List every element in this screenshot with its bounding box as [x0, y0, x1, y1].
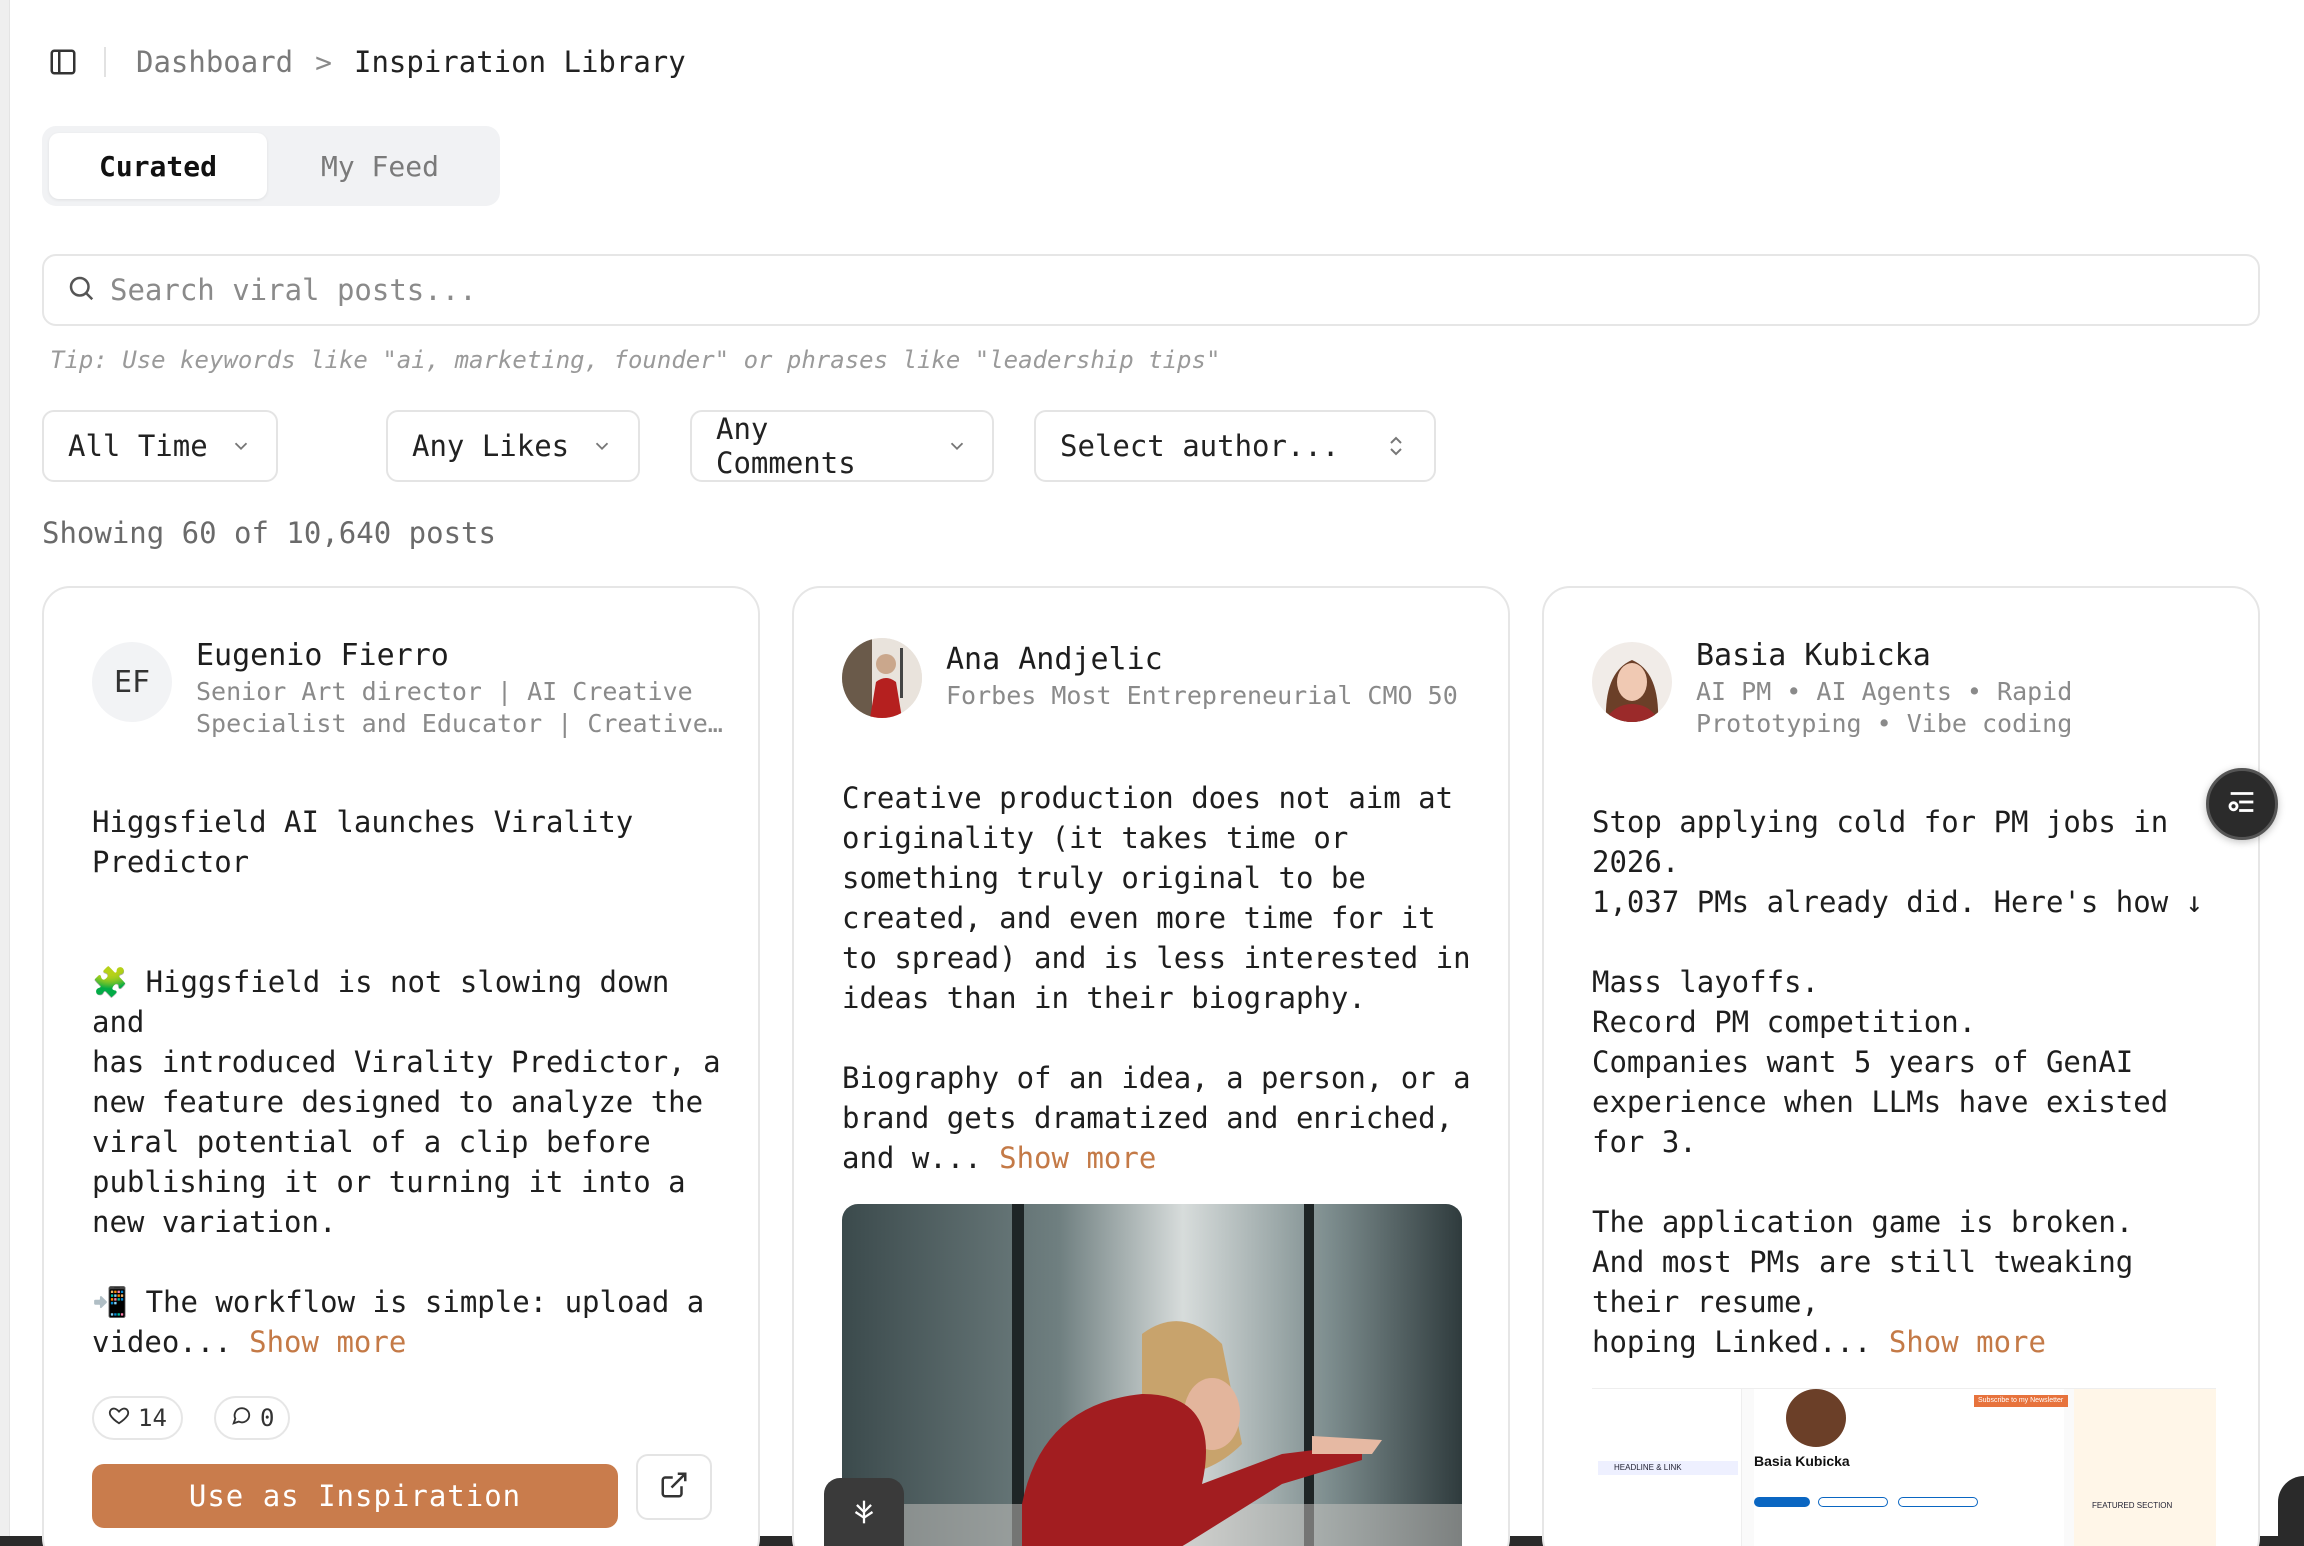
comments-filter-select[interactable]: Any Comments [690, 410, 994, 482]
author-headline: Senior Art director | AI Creative Specia… [196, 677, 723, 738]
author-filter-label: Select author... [1060, 429, 1340, 463]
search-box [42, 254, 2260, 326]
chevron-down-icon [230, 435, 252, 457]
post-body: Creative production does not aim at orig… [842, 778, 1482, 1178]
post-image: HEADLINE & LINK Basia Kubicka Subscribe … [1592, 1388, 2216, 1546]
post-text: Stop applying cold for PM jobs in 2026. … [1592, 805, 2204, 1359]
show-more-link[interactable]: Show more [249, 1325, 406, 1359]
window-frame-corner [2278, 1476, 2304, 1546]
likes-value: 14 [138, 1404, 167, 1432]
post-image [842, 1204, 1462, 1546]
author-headline: AI PM • AI Agents • Rapid Prototyping • … [1696, 677, 2073, 738]
post-card: Basia Kubicka AI PM • AI Agents • Rapid … [1542, 586, 2260, 1546]
author-headline: Forbes Most Entrepreneurial CMO 50 [946, 681, 1458, 710]
image-profile-name: Basia Kubicka [1754, 1453, 1850, 1469]
avatar: EF [92, 642, 172, 722]
comments-count[interactable]: 0 [214, 1396, 291, 1440]
likes-filter-select[interactable]: Any Likes [386, 410, 640, 482]
breadcrumb-current: Inspiration Library [354, 45, 686, 79]
divider [104, 47, 106, 77]
feed-tabs: Curated My Feed [42, 126, 500, 206]
avatar [1592, 642, 1672, 722]
list-settings-icon [2225, 785, 2259, 823]
use-as-inspiration-button[interactable]: Use as Inspiration [92, 1464, 618, 1528]
author-name: Ana Andjelic [946, 642, 1163, 677]
post-card: Ana Andjelic Forbes Most Entrepreneurial… [792, 586, 1510, 1546]
author-filter-combobox[interactable]: Select author... [1034, 410, 1436, 482]
floating-menu-button[interactable] [2206, 768, 2278, 840]
post-card: EF Eugenio Fierro Senior Art director | … [42, 586, 760, 1546]
author-name: Basia Kubicka [1696, 638, 1931, 673]
chevrons-up-down-icon [1384, 434, 1408, 458]
likes-count[interactable]: 14 [92, 1396, 183, 1440]
post-body: Stop applying cold for PM jobs in 2026. … [1592, 802, 2232, 1362]
comment-icon [230, 1404, 252, 1432]
tab-my-feed[interactable]: My Feed [267, 133, 493, 199]
post-text: Creative production does not aim at orig… [842, 781, 1471, 1175]
comments-filter-label: Any Comments [716, 412, 856, 480]
window-frame-left [0, 0, 10, 1546]
image-label: Subscribe to my Newsletter [1974, 1395, 2068, 1407]
results-count: Showing 60 of 10,640 posts [42, 516, 496, 550]
heart-icon [108, 1404, 130, 1432]
comments-value: 0 [260, 1404, 275, 1432]
app-logo-icon[interactable] [824, 1478, 904, 1546]
author-name: Eugenio Fierro [196, 638, 449, 673]
search-icon [66, 273, 96, 307]
breadcrumb: Dashboard > Inspiration Library [44, 40, 686, 84]
search-tip: Tip: Use keywords like "ai, marketing, f… [50, 346, 1221, 374]
show-more-link[interactable]: Show more [1889, 1325, 2046, 1359]
open-external-button[interactable] [636, 1454, 712, 1520]
avatar [842, 638, 922, 718]
time-filter-select[interactable]: All Time [42, 410, 278, 482]
breadcrumb-separator: > [315, 45, 332, 79]
search-input[interactable] [110, 273, 2210, 307]
tab-curated[interactable]: Curated [49, 133, 267, 199]
likes-filter-label: Any Likes [412, 429, 570, 463]
image-label: FEATURED SECTION [2092, 1501, 2173, 1510]
image-label: HEADLINE & LINK [1598, 1461, 1738, 1475]
external-link-icon [659, 1470, 689, 1504]
chevron-down-icon [591, 435, 613, 457]
sidebar-toggle-icon[interactable] [44, 43, 82, 81]
post-text: Higgsfield AI launches Virality Predicto… [92, 805, 721, 1359]
post-body: Higgsfield AI launches Virality Predicto… [92, 802, 732, 1362]
breadcrumb-dashboard-link[interactable]: Dashboard [136, 45, 293, 79]
chevron-down-icon [946, 435, 968, 457]
show-more-link[interactable]: Show more [999, 1141, 1156, 1175]
time-filter-label: All Time [68, 429, 208, 463]
